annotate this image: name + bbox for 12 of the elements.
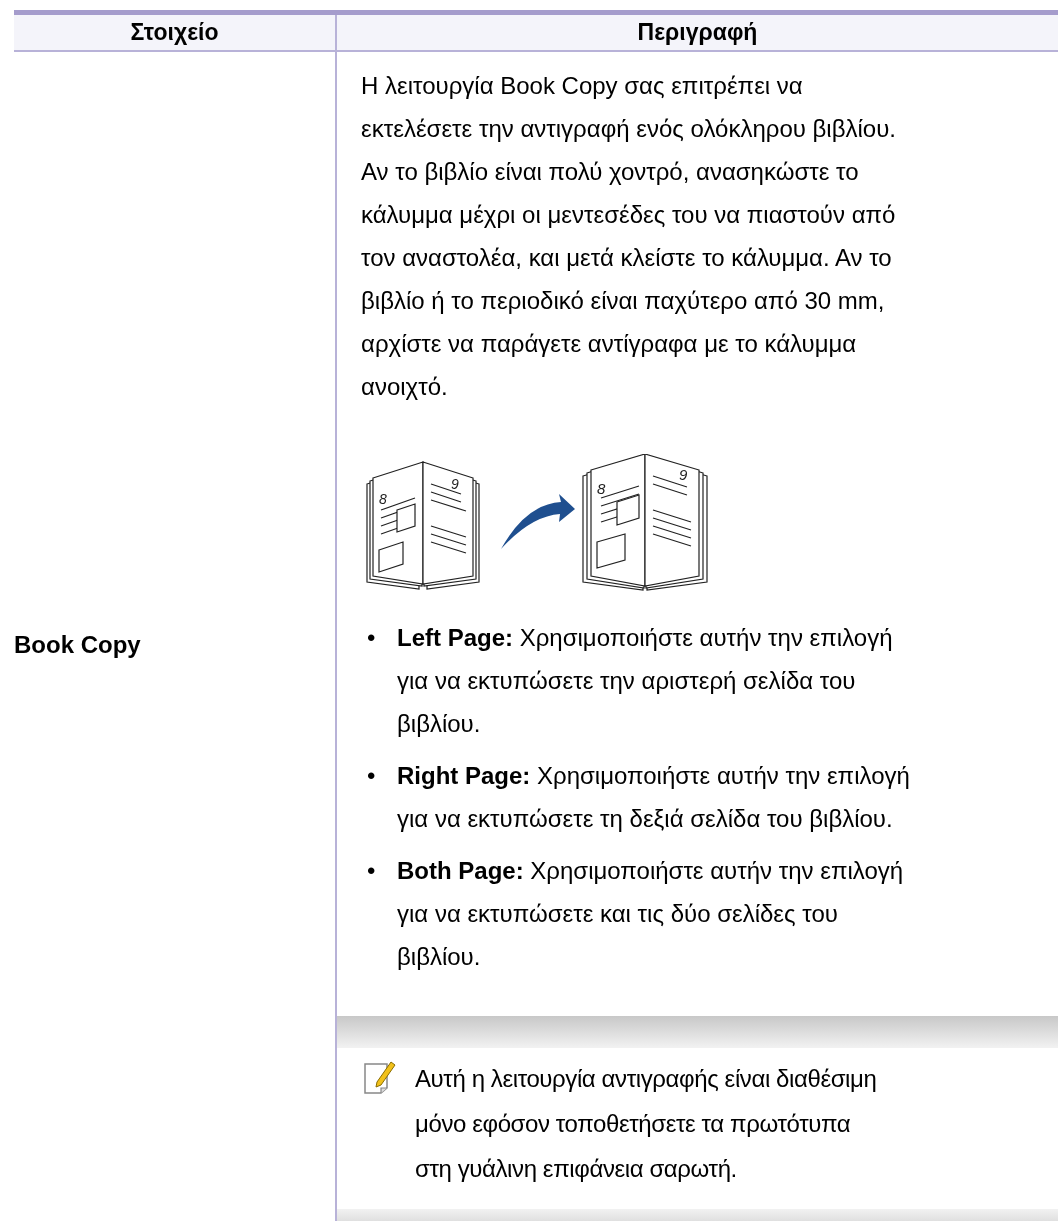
- column-header: Στοιχείο: [130, 18, 219, 47]
- column-header: Περιγραφή: [637, 18, 758, 47]
- book-copy-drawing: 8 9 8 9: [361, 453, 711, 592]
- bullet: •: [366, 855, 377, 886]
- bullet: •: [366, 760, 377, 791]
- bullet: •: [366, 622, 377, 653]
- option-description: Right Page: Χρησιμοποιήστε αυτήν την επιλογή για να εκτυπώσετε τη δεξιά σελίδα του βιβλίου.: [397, 760, 911, 834]
- description-paragraph: Η λειτουργία Book Copy σας επιτρέπει να εκτελέσετε την αντιγραφή ενός ολόκληρου βιβλίου. Αν το βιβλίο είναι πολύ χοντρό, ανασηκώστε το κάλυμμα μέχρι οι μεντεσέδες του να πιαστούν από τον αναστολέα, και μετά κλείστε το κάλυμμα. Αν το βιβλίο ή το περιοδικό είναι παχύτερο από 30 mm, αρχίστε να παράγετε αντίγραφα με το κάλυμμα ανοιχτό.: [361, 70, 897, 402]
- item-name: Book Copy: [14, 630, 141, 660]
- note-text: Αυτή η λειτουργία αντιγραφής είναι διαθέσιμη μόνο εφόσον τοποθετήσετε τα πρωτότυπα στη γυάλινη επιφάνεια σαρωτή.: [415, 1063, 878, 1184]
- option-description: Both Page: Χρησιμοποιήστε αυτήν την επιλογή για να εκτυπώσετε και τις δύο σελίδες του βιβλίου.: [397, 855, 905, 972]
- option-description: Left Page: Χρησιμοποιήστε αυτήν την επιλογή για να εκτυπώσετε την αριστερή σελίδα του βιβλίου.: [397, 622, 894, 739]
